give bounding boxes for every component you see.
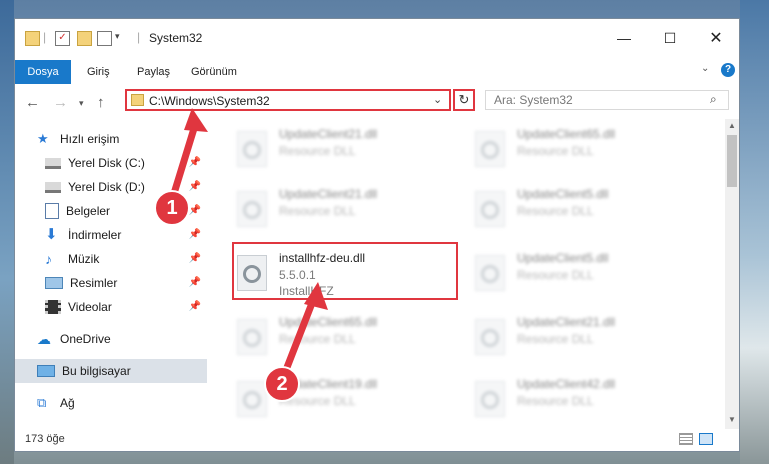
arrow-2-line: [282, 294, 318, 374]
step-callout-2: 2: [264, 366, 300, 402]
step-callout-1: 1: [154, 190, 190, 226]
arrow-1-head: [184, 108, 208, 132]
arrow-1-line: [168, 118, 200, 204]
annotation-arrows: [168, 108, 328, 374]
